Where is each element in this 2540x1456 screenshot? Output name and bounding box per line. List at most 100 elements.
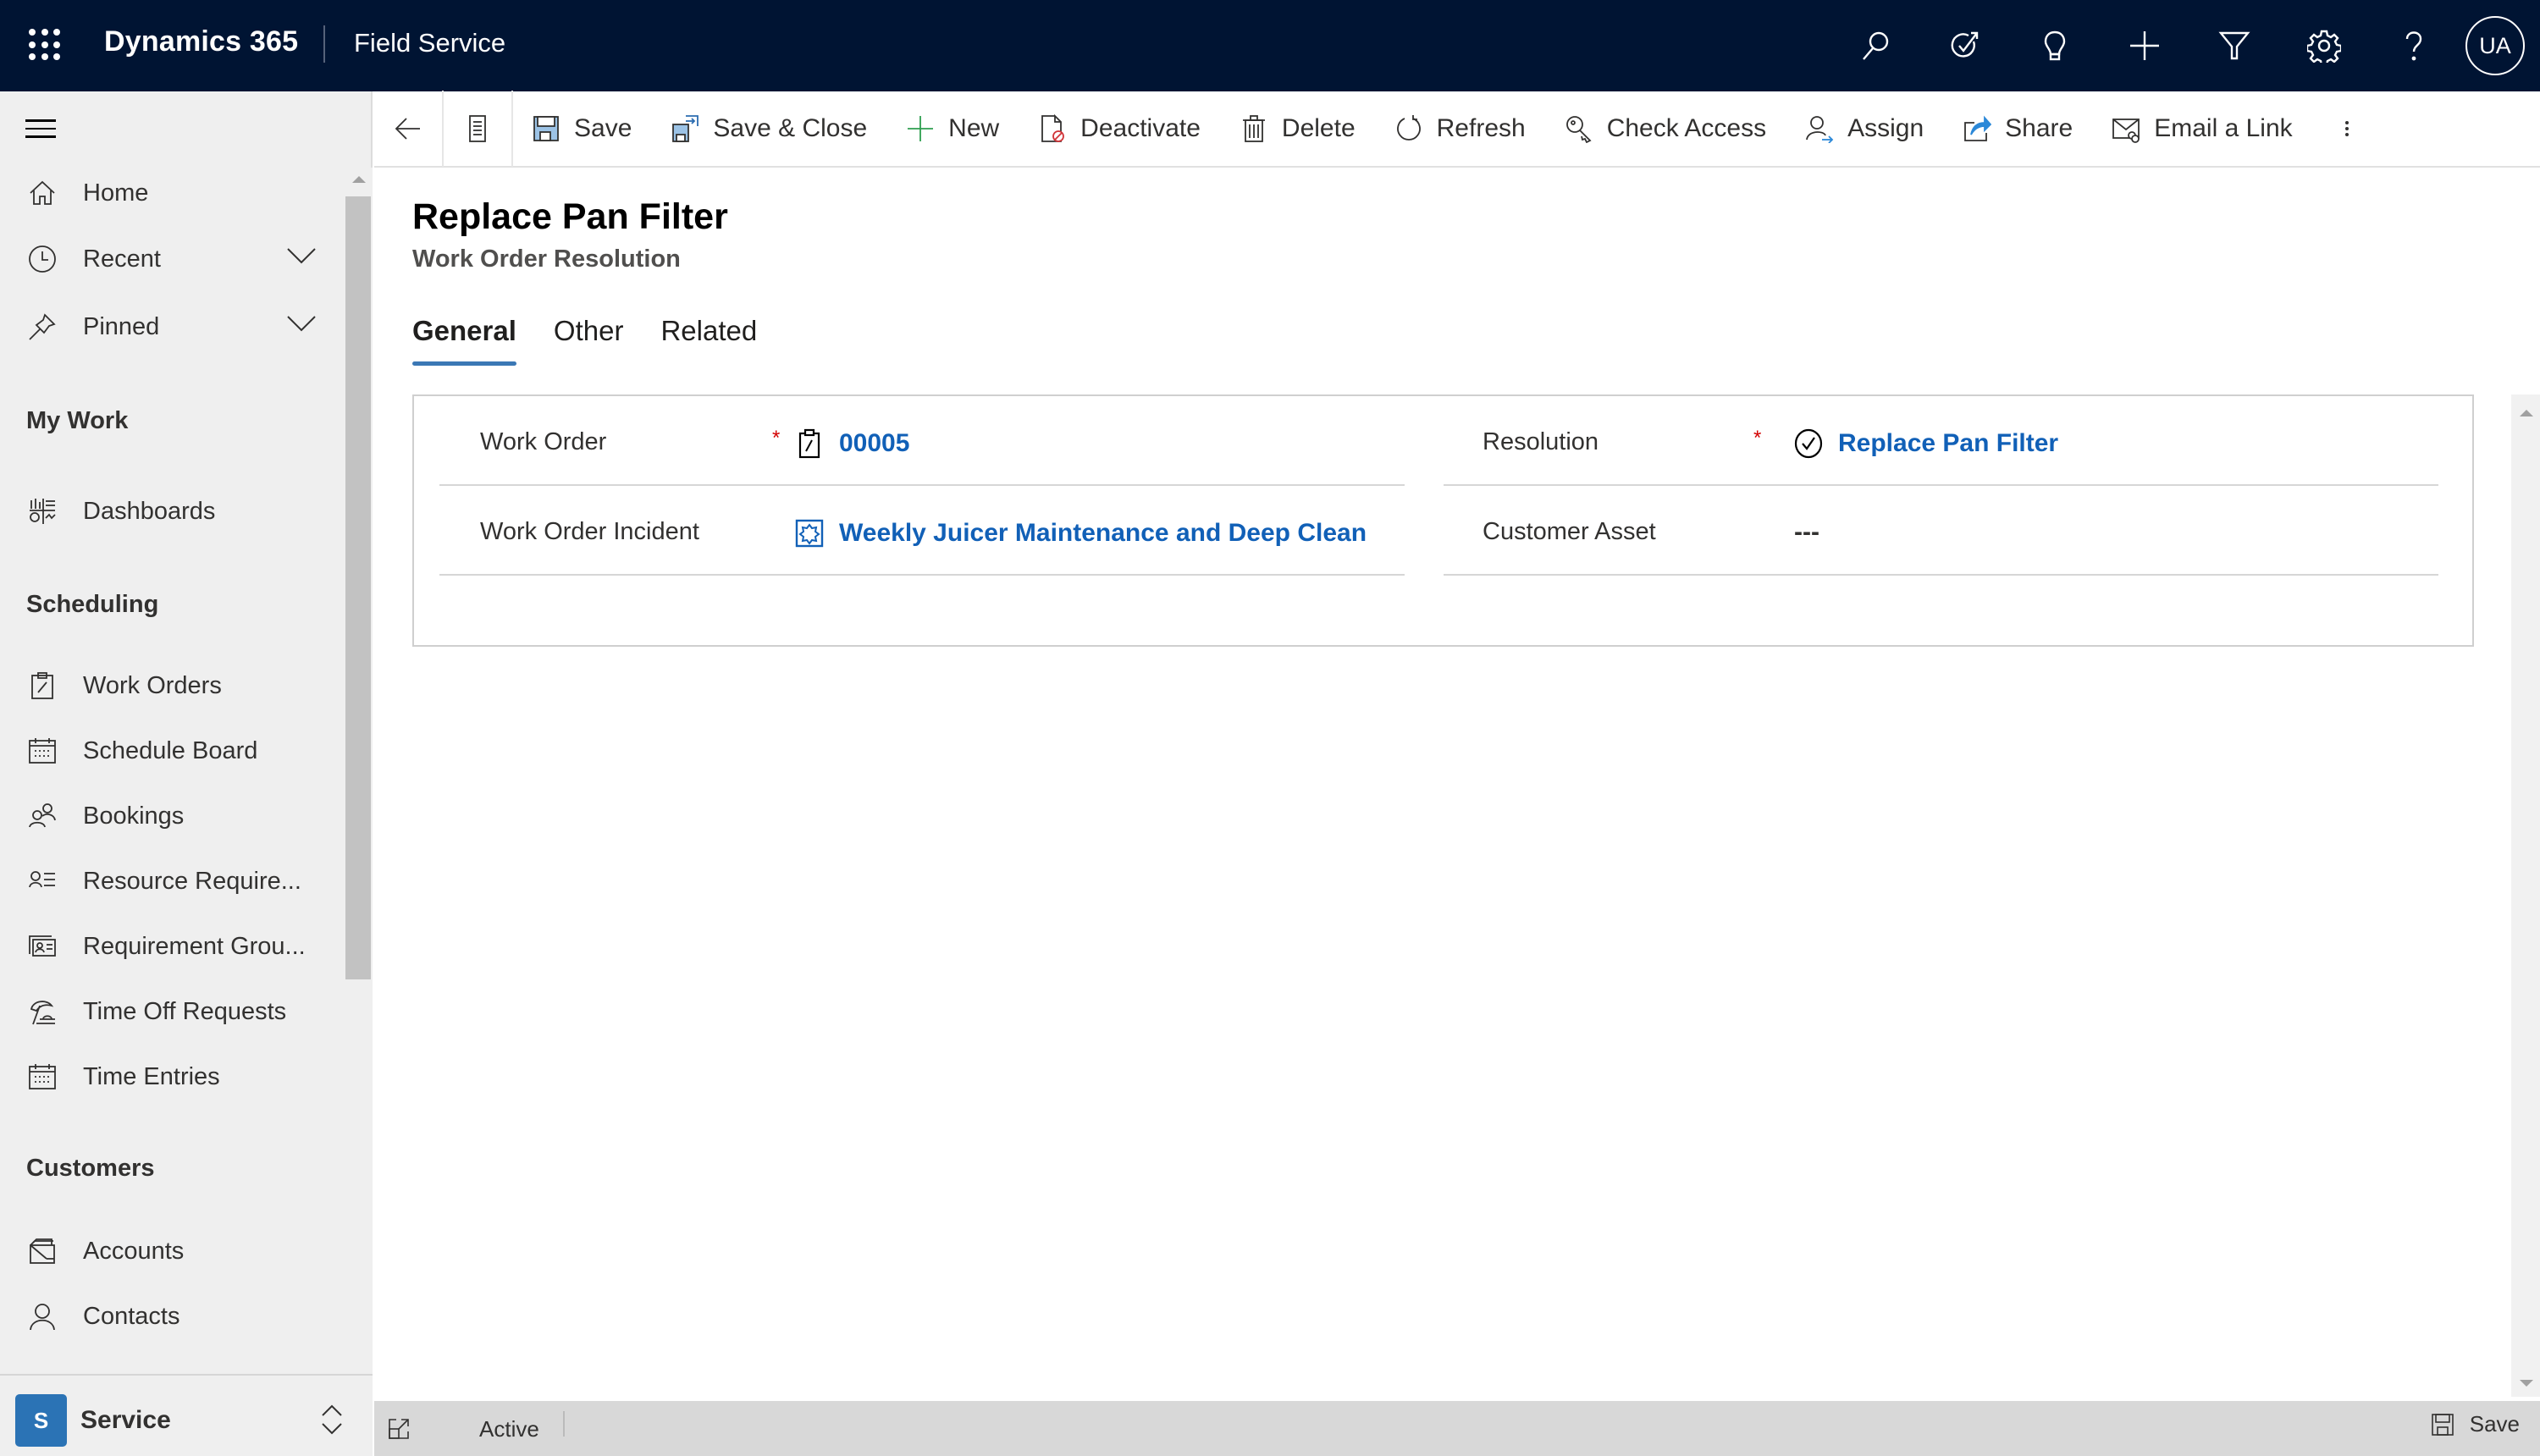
search-icon: [1863, 31, 1889, 60]
scroll-up-arrow-icon[interactable]: [352, 176, 366, 183]
sidebar-item-schedule-board[interactable]: Schedule Board: [0, 725, 347, 776]
refresh-button[interactable]: Refresh: [1376, 91, 1546, 167]
tab-other[interactable]: Other: [554, 315, 624, 366]
chevron-down-icon[interactable]: [286, 314, 320, 339]
area-switcher[interactable]: S Service: [0, 1374, 373, 1456]
chevron-up-down-icon[interactable]: [320, 1401, 344, 1438]
sidebar-item-label: Resource Require...: [83, 867, 301, 895]
sidebar-item-label: Time Off Requests: [83, 997, 287, 1025]
check-access-button[interactable]: Check Access: [1546, 91, 1786, 167]
clipboard-icon: [798, 428, 820, 459]
record-title: Replace Pan Filter: [412, 196, 728, 237]
work-order-lookup[interactable]: 00005: [795, 428, 909, 459]
sidebar: Home Recent Pinned My Work Dashboards Sc…: [0, 91, 373, 1456]
more-commands-button[interactable]: [2322, 91, 2372, 167]
sidebar-item-time-off-requests[interactable]: Time Off Requests: [0, 986, 347, 1037]
sidebar-item-recent[interactable]: Recent: [0, 234, 347, 284]
task-flow-button[interactable]: [1920, 0, 2010, 91]
key-icon: [1565, 116, 1592, 143]
resolution-link[interactable]: Replace Pan Filter: [1838, 429, 2058, 458]
email-link-icon: [2112, 119, 2140, 143]
field-customer-asset: Customer Asset ---: [1444, 486, 2438, 576]
refresh-label: Refresh: [1436, 114, 1526, 142]
back-button[interactable]: [374, 91, 444, 167]
email-a-link-button[interactable]: Email a Link: [2093, 91, 2312, 167]
sidebar-item-label: Accounts: [83, 1237, 185, 1265]
calendar-icon: [27, 1062, 58, 1092]
brand-name[interactable]: Dynamics 365: [104, 25, 298, 58]
people-icon: [27, 801, 58, 831]
sidebar-item-pinned[interactable]: Pinned: [0, 301, 347, 352]
delete-button[interactable]: Delete: [1221, 91, 1376, 167]
scrollbar-thumb[interactable]: [345, 196, 371, 979]
incident-icon: [795, 519, 824, 548]
sidebar-item-label: Contacts: [83, 1302, 180, 1330]
advanced-find-button[interactable]: [2189, 0, 2279, 91]
ideas-button[interactable]: [2010, 0, 2100, 91]
status-divider: [563, 1411, 565, 1437]
sidebar-item-requirement-groups[interactable]: Requirement Grou...: [0, 921, 347, 972]
sidebar-item-work-orders[interactable]: Work Orders: [0, 660, 347, 711]
scroll-down-arrow-icon[interactable]: [2520, 1380, 2533, 1387]
app-launcher-icon[interactable]: [29, 29, 61, 61]
sidebar-scrollbar[interactable]: [345, 168, 373, 1454]
delete-icon: [1242, 115, 1265, 142]
record-entity-name: Work Order Resolution: [412, 245, 681, 273]
sidebar-item-label: Recent: [83, 245, 161, 273]
tab-related[interactable]: Related: [660, 315, 757, 366]
customer-asset-lookup[interactable]: ---: [1794, 518, 1819, 547]
save-and-close-button[interactable]: Save & Close: [652, 91, 887, 167]
back-arrow-icon: [395, 118, 420, 140]
delete-label: Delete: [1281, 114, 1356, 142]
brand-divider: [323, 25, 325, 63]
sidebar-item-contacts[interactable]: Contacts: [0, 1291, 347, 1342]
sidebar-item-label: Pinned: [83, 312, 160, 340]
sidebar-item-time-entries[interactable]: Time Entries: [0, 1051, 347, 1102]
field-work-order: Work Order * 00005: [439, 396, 1405, 486]
sidebar-item-bookings[interactable]: Bookings: [0, 791, 347, 841]
scroll-up-arrow-icon[interactable]: [2520, 410, 2533, 416]
save-icon: [533, 116, 559, 141]
field-label: Work Order: [480, 428, 607, 455]
open-in-new-window-button[interactable]: [388, 1418, 410, 1440]
hamburger-menu-icon[interactable]: [25, 119, 56, 138]
field-label: Work Order Incident: [480, 518, 699, 545]
chevron-down-icon[interactable]: [286, 246, 320, 272]
search-button[interactable]: [1830, 0, 1920, 91]
help-button[interactable]: [2369, 0, 2459, 91]
work-order-incident-lookup[interactable]: Weekly Juicer Maintenance and Deep Clean: [795, 518, 1367, 549]
save-button[interactable]: Save: [513, 91, 652, 167]
more-vertical-icon: [2344, 119, 2349, 139]
assign-button[interactable]: Assign: [1786, 91, 1944, 167]
settings-icon: [2307, 30, 2341, 63]
settings-button[interactable]: [2279, 0, 2369, 91]
sidebar-item-home[interactable]: Home: [0, 168, 347, 218]
pin-icon: [27, 312, 58, 342]
main-scrollbar[interactable]: [2511, 394, 2540, 1397]
top-icon-group: UA: [1830, 0, 2540, 91]
deactivate-label: Deactivate: [1080, 114, 1201, 142]
work-order-incident-link[interactable]: Weekly Juicer Maintenance and Deep Clean: [839, 519, 1367, 548]
new-button[interactable]: New: [887, 91, 1019, 167]
sidebar-item-label: Schedule Board: [83, 736, 258, 764]
sidebar-item-accounts[interactable]: Accounts: [0, 1226, 347, 1277]
assign-label: Assign: [1847, 114, 1924, 142]
share-button[interactable]: Share: [1944, 91, 2093, 167]
deactivate-button[interactable]: Deactivate: [1019, 91, 1221, 167]
status-save-button[interactable]: Save: [2431, 1411, 2520, 1437]
sidebar-item-dashboards[interactable]: Dashboards: [0, 486, 347, 537]
form-selector-button[interactable]: [444, 91, 513, 167]
form-tabs: General Other Related: [412, 315, 794, 366]
customer-asset-empty-value[interactable]: ---: [1794, 518, 1819, 547]
sidebar-item-resource-requirements[interactable]: Resource Require...: [0, 856, 347, 907]
clipboard-icon: [27, 670, 58, 701]
required-indicator: *: [1753, 427, 1762, 449]
home-icon: [27, 178, 58, 208]
app-name[interactable]: Field Service: [354, 28, 505, 58]
sitemap-nav: Home Recent Pinned My Work Dashboards Sc…: [0, 168, 347, 1456]
tab-general[interactable]: General: [412, 315, 516, 366]
new-record-button[interactable]: [2100, 0, 2189, 91]
resolution-lookup[interactable]: Replace Pan Filter: [1794, 428, 2058, 459]
work-order-link[interactable]: 00005: [839, 429, 909, 458]
user-avatar[interactable]: UA: [2465, 16, 2525, 75]
